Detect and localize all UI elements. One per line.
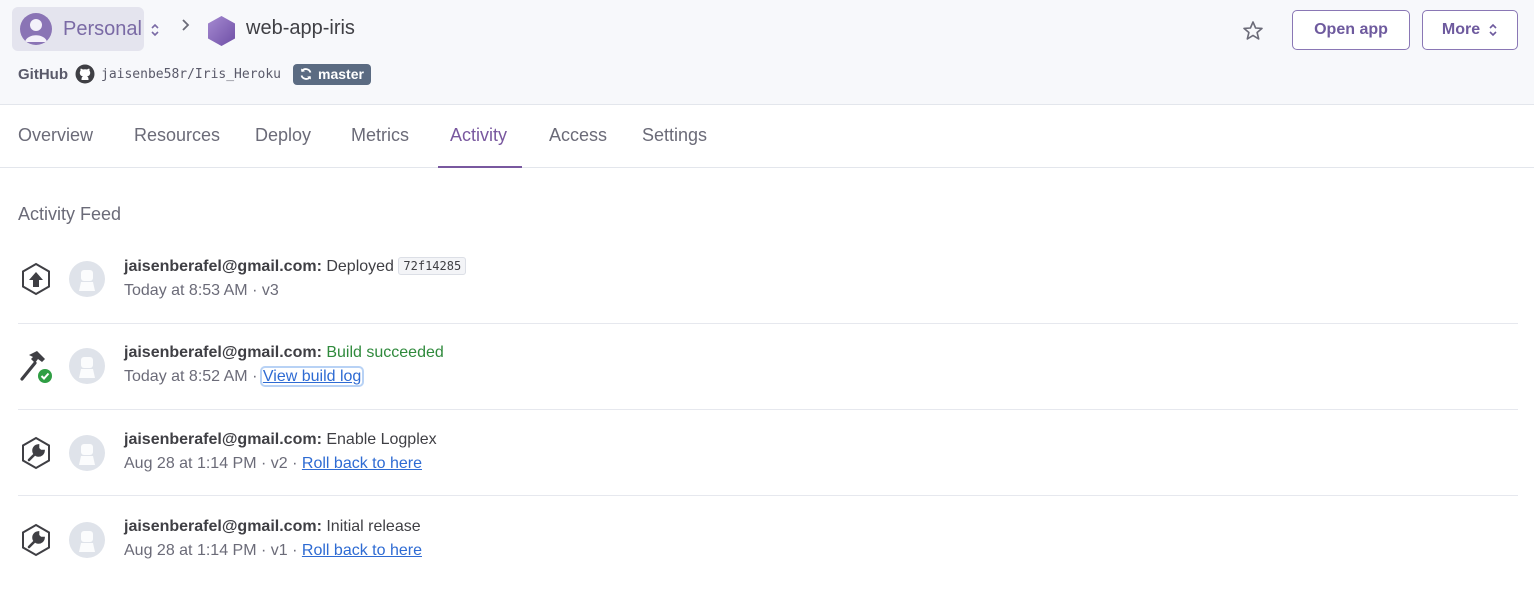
github-icon <box>75 64 95 84</box>
entry-separator: · <box>260 542 267 559</box>
active-tab-indicator <box>438 166 522 168</box>
branch-badge: master <box>293 63 371 85</box>
account-avatar <box>20 13 52 45</box>
entry-meta: Aug 28 at 1:14 PM · v1 · Roll back to he… <box>124 542 422 560</box>
activity-entry: jaisenberafel@gmail.com: Build succeeded… <box>18 324 1518 410</box>
tab-access[interactable]: Access <box>549 125 607 146</box>
entry-user: jaisenberafel@gmail.com: <box>124 431 322 448</box>
avatar <box>69 435 105 471</box>
app-hexagon-icon <box>208 16 235 46</box>
tab-metrics[interactable]: Metrics <box>351 125 409 146</box>
open-app-button[interactable]: Open app <box>1292 10 1410 50</box>
entry-time: Aug 28 at 1:14 PM <box>124 542 257 559</box>
avatar <box>69 522 105 558</box>
entry-version: v1 <box>270 542 288 559</box>
avatar <box>69 348 105 384</box>
tab-deploy[interactable]: Deploy <box>255 125 311 146</box>
roll-back-link[interactable]: Roll back to here <box>302 455 422 472</box>
wrench-icon <box>22 523 50 557</box>
activity-entry: jaisenberafel@gmail.com: Initial release… <box>18 496 1518 582</box>
entry-separator: · <box>260 455 267 472</box>
activity-entry: jaisenberafel@gmail.com: Enable Logplex … <box>18 410 1518 496</box>
commit-sha[interactable]: 72f14285 <box>398 257 467 275</box>
repo-link[interactable]: jaisenbe58r/Iris_Heroku <box>101 67 281 82</box>
open-app-label: Open app <box>1314 21 1388 38</box>
entry-time: Today at 8:52 AM <box>124 368 248 385</box>
more-label: More <box>1441 21 1481 38</box>
entry-summary: jaisenberafel@gmail.com: Initial release <box>124 518 421 536</box>
entry-meta: Today at 8:52 AM · View build log <box>124 366 365 387</box>
entry-meta: Today at 8:53 AM · v3 <box>124 282 279 300</box>
tab-overview[interactable]: Overview <box>18 125 93 146</box>
github-label: GitHub <box>18 65 68 83</box>
chevron-updown-icon <box>149 22 161 39</box>
build-hammer-check-icon <box>20 351 52 383</box>
more-button[interactable]: More <box>1422 10 1518 50</box>
entry-user: jaisenberafel@gmail.com: <box>124 518 322 535</box>
entry-meta: Aug 28 at 1:14 PM · v2 · Roll back to he… <box>124 455 422 473</box>
entry-version: v2 <box>270 455 288 472</box>
entry-separator: · <box>252 282 258 299</box>
entry-separator: · <box>252 368 258 385</box>
star-icon[interactable] <box>1241 19 1265 43</box>
entry-user: jaisenberafel@gmail.com: <box>124 258 322 275</box>
github-connection: GitHub jaisenbe58r/Iris_Heroku master <box>18 63 371 85</box>
entry-action: Build succeeded <box>326 344 444 361</box>
wrench-icon <box>22 436 50 470</box>
entry-version: v3 <box>261 282 279 299</box>
sync-icon <box>300 68 312 80</box>
entry-summary: jaisenberafel@gmail.com: Enable Logplex <box>124 431 437 449</box>
app-tabs: Overview Resources Deploy Metrics Activi… <box>0 105 1534 168</box>
entry-summary: jaisenberafel@gmail.com: Deployed 72f142… <box>124 257 467 276</box>
deploy-upload-icon <box>22 262 50 296</box>
entry-action: Initial release <box>326 518 421 535</box>
entry-separator: · <box>292 542 298 559</box>
entry-time: Aug 28 at 1:14 PM <box>124 455 257 472</box>
entry-summary: jaisenberafel@gmail.com: Build succeeded <box>124 344 444 362</box>
entry-time: Today at 8:53 AM <box>124 282 248 299</box>
roll-back-link[interactable]: Roll back to here <box>302 542 422 559</box>
view-build-log-link[interactable]: View build log <box>259 366 365 387</box>
chevron-updown-icon <box>1489 23 1497 37</box>
app-name[interactable]: web-app-iris <box>246 17 355 40</box>
app-header: Personal web-app-iris GitHub jaisenbe58r… <box>0 0 1534 105</box>
entry-user: jaisenberafel@gmail.com: <box>124 344 322 361</box>
activity-entry: jaisenberafel@gmail.com: Deployed 72f142… <box>18 238 1518 324</box>
account-label: Personal <box>63 18 142 40</box>
entry-action: Enable Logplex <box>326 431 437 448</box>
entry-separator: · <box>292 455 298 472</box>
avatar <box>69 261 105 297</box>
chevron-right-icon <box>182 19 190 31</box>
account-switcher[interactable]: Personal <box>12 7 159 51</box>
branch-name: master <box>318 66 364 82</box>
entry-action: Deployed <box>326 258 394 275</box>
activity-feed-title: Activity Feed <box>18 204 122 224</box>
tab-resources[interactable]: Resources <box>134 125 220 146</box>
tab-activity[interactable]: Activity <box>450 125 507 146</box>
tab-settings[interactable]: Settings <box>642 125 707 146</box>
